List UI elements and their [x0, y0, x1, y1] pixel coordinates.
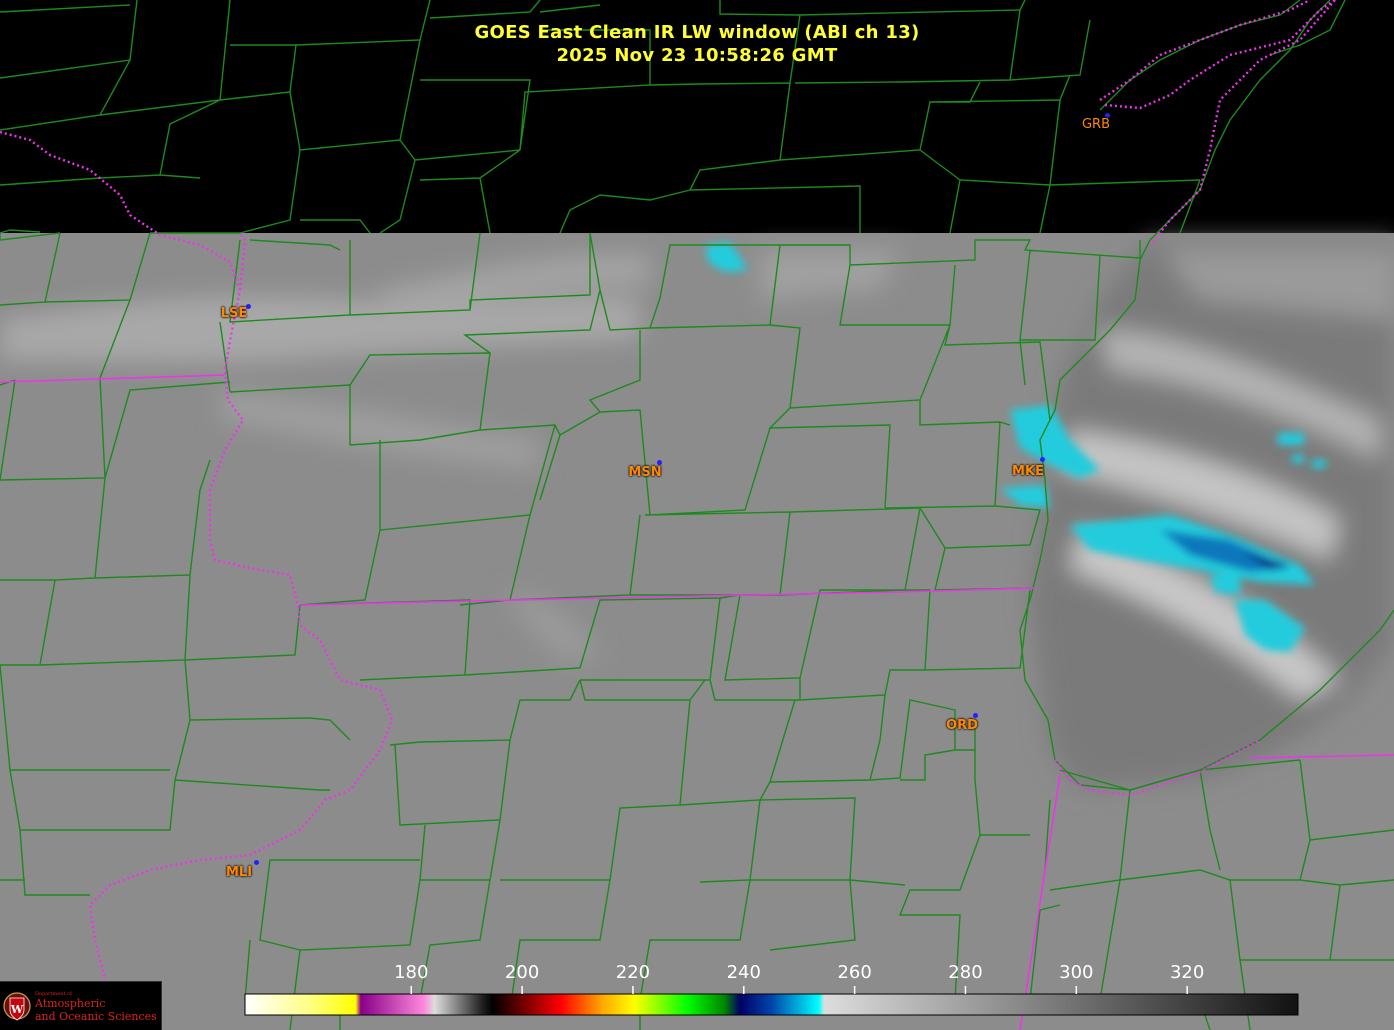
satellite-map — [0, 0, 1394, 1030]
station-label-mke: MKE — [1012, 464, 1044, 479]
colorbar-tick-label: 220 — [615, 962, 651, 983]
station-label-lse: LSE — [220, 306, 248, 321]
station-label-mli: MLI — [225, 865, 253, 880]
colorbar-tick-label: 200 — [504, 962, 540, 983]
station-dot-mke — [1040, 457, 1045, 462]
title-line-1: GOES East Clean IR LW window (ABI ch 13) — [474, 22, 920, 43]
svg-text:W: W — [10, 1003, 24, 1016]
aos-logo: W Department of Atmospheric and Oceanic … — [0, 981, 162, 1030]
colorbar-tick-label: 240 — [726, 962, 761, 983]
image-title: GOES East Clean IR LW window (ABI ch 13) — [0, 22, 1394, 43]
station-label-ord: ORD — [946, 718, 978, 733]
station-label-msn: MSN — [628, 465, 662, 480]
logo-name-line2: and Oceanic Sciences — [35, 1010, 157, 1023]
logo-name-line1: Atmospheric — [35, 997, 106, 1010]
colorbar-tick-label: 280 — [948, 962, 983, 983]
image-timestamp: 2025 Nov 23 10:58:26 GMT — [0, 45, 1394, 66]
station-label-grb: GRB — [1081, 117, 1111, 132]
station-dot-mli — [254, 860, 259, 865]
colorbar-tick-label: 260 — [837, 962, 872, 983]
colorbar-tick-label: 320 — [1169, 962, 1205, 983]
colorbar-tick-label: 300 — [1059, 962, 1094, 983]
title-line-2: 2025 Nov 23 10:58:26 GMT — [556, 45, 838, 66]
colorbar-tick-label: 180 — [394, 962, 429, 983]
colorbar-gradient — [244, 993, 1299, 1016]
uw-crest-icon: W — [3, 992, 31, 1021]
